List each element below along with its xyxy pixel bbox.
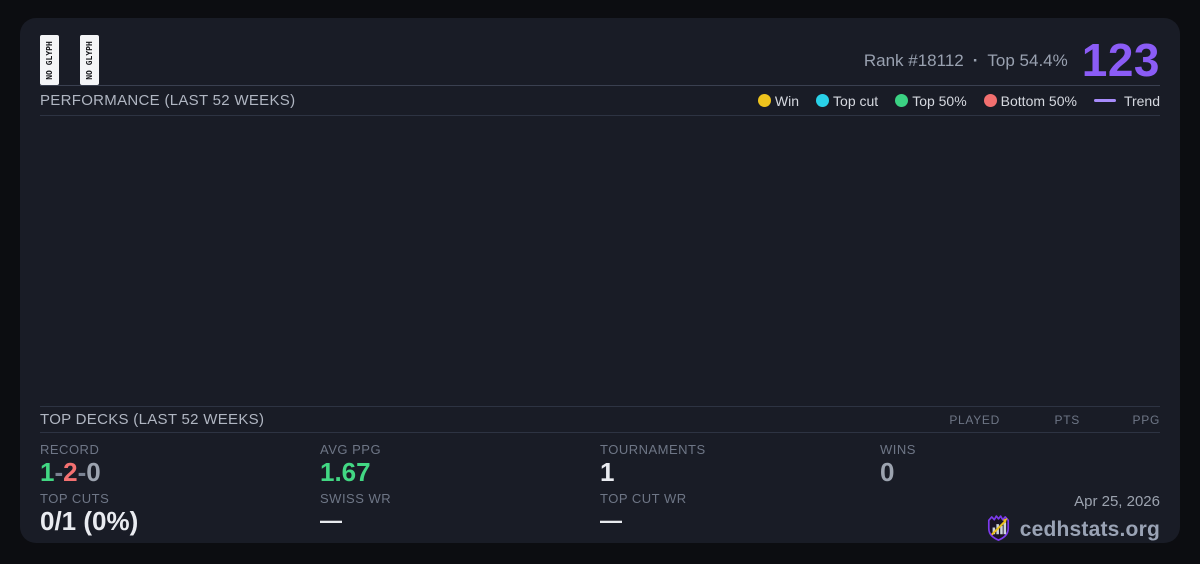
bottom50-dot-icon xyxy=(983,94,997,107)
trend-line-icon xyxy=(1093,99,1116,102)
swiss-wr-label: SWISS WR xyxy=(320,491,392,506)
legend-item-top-cut: Top cut xyxy=(816,93,878,109)
swiss-wr-stat: SWISS WR — xyxy=(320,491,600,536)
tournaments-label: TOURNAMENTS xyxy=(600,442,706,457)
legend-label: Trend xyxy=(1123,92,1160,109)
glyph-placeholder-label: NO GLYPH xyxy=(85,40,94,80)
glyph-placeholder-badge: NO GLYPH xyxy=(80,35,99,85)
legend-label: Top 50% xyxy=(912,92,967,109)
record-value: 1-2-0 xyxy=(40,457,320,487)
record-label: RECORD xyxy=(40,442,100,457)
rank-text: Rank #18112 xyxy=(863,51,964,71)
wins-label: WINS xyxy=(880,442,916,457)
top-cuts-label: TOP CUTS xyxy=(40,491,110,506)
record-losses: 2 xyxy=(63,457,78,487)
legend-label: Top cut xyxy=(833,92,879,109)
record-draws: 0 xyxy=(86,457,101,487)
brand: cedhstats.org xyxy=(985,513,1160,547)
tournaments-value: 1 xyxy=(600,457,615,487)
player-stats-card: NO GLYPH NO GLYPH Rank #18112 · Top 54.4… xyxy=(20,18,1180,543)
glyph-placeholder-badge: NO GLYPH xyxy=(40,35,59,85)
win-dot-icon xyxy=(757,94,771,107)
record-separator: - xyxy=(54,457,64,487)
column-header-ppg: PPG xyxy=(1132,412,1160,427)
swiss-wr-value: — xyxy=(320,508,342,533)
avg-ppg-stat: AVG PPG 1.67 xyxy=(320,442,600,487)
top-decks-column-headers: PLAYED PTS PPG xyxy=(920,413,1160,427)
tournaments-stat: TOURNAMENTS 1 xyxy=(600,442,880,487)
legend-item-win: Win xyxy=(757,92,800,109)
stats-column-3: TOURNAMENTS 1 TOP CUT WR — xyxy=(600,442,880,547)
dot-separator: · xyxy=(972,51,979,71)
legend-item-trend: Trend xyxy=(1093,92,1160,109)
performance-title: PERFORMANCE (LAST 52 WEEKS) xyxy=(40,92,296,109)
performance-section-header: PERFORMANCE (LAST 52 WEEKS) Win Top cut … xyxy=(40,86,1160,116)
record-stat: RECORD 1-2-0 xyxy=(40,442,320,487)
points-value: 123 xyxy=(1081,34,1160,87)
cedhstats-shield-logo-icon xyxy=(985,513,1012,547)
card-footer: Apr 25, 2026 cedhstats.org xyxy=(880,491,1160,547)
top-cut-dot-icon xyxy=(816,94,830,107)
avg-ppg-value: 1.67 xyxy=(320,457,371,487)
brand-name: cedhstats.org xyxy=(1019,518,1160,541)
report-date: Apr 25, 2026 xyxy=(1074,493,1160,510)
top-decks-section-header: TOP DECKS (LAST 52 WEEKS) PLAYED PTS PPG xyxy=(40,407,1160,433)
wins-value: 0 xyxy=(880,457,895,487)
rank-summary: Rank #18112 · Top 54.4% 123 xyxy=(863,34,1160,87)
top-cuts-value: 0/1 (0%) xyxy=(40,506,139,536)
stats-grid: RECORD 1-2-0 TOP CUTS 0/1 (0%) AVG PPG 1… xyxy=(40,433,1160,547)
record-wins: 1 xyxy=(40,457,55,487)
legend-item-top50: Top 50% xyxy=(895,92,967,109)
legend-label: Win xyxy=(774,92,800,109)
avg-ppg-label: AVG PPG xyxy=(320,442,382,457)
top-percent-text: Top 54.4% xyxy=(987,51,1068,71)
page-background: NO GLYPH NO GLYPH Rank #18112 · Top 54.4… xyxy=(0,0,1200,564)
wins-stat: WINS 0 xyxy=(880,442,1160,487)
column-header-played: PLAYED xyxy=(949,412,1000,427)
performance-chart xyxy=(40,116,1160,407)
column-header-pts: PTS xyxy=(1054,412,1080,427)
glyph-placeholder-label: NO GLYPH xyxy=(45,40,54,80)
top-cut-wr-label: TOP CUT WR xyxy=(600,491,687,506)
performance-legend: Win Top cut Top 50% Bottom 50% Trend xyxy=(757,92,1160,109)
record-separator: - xyxy=(77,457,87,487)
top-cuts-stat: TOP CUTS 0/1 (0%) xyxy=(40,491,320,536)
top-cut-wr-stat: TOP CUT WR — xyxy=(600,491,880,536)
stats-column-1: RECORD 1-2-0 TOP CUTS 0/1 (0%) xyxy=(40,442,320,547)
legend-item-bottom50: Bottom 50% xyxy=(983,92,1077,109)
stats-column-2: AVG PPG 1.67 SWISS WR — xyxy=(320,442,600,547)
card-header: NO GLYPH NO GLYPH Rank #18112 · Top 54.4… xyxy=(40,18,1160,86)
color-identity-badges: NO GLYPH NO GLYPH xyxy=(40,35,99,85)
legend-label: Bottom 50% xyxy=(1000,92,1077,109)
top-decks-title: TOP DECKS (LAST 52 WEEKS) xyxy=(40,411,265,428)
stats-column-4: WINS 0 Apr 25, 2026 cedhstats.org xyxy=(880,442,1160,547)
top50-dot-icon xyxy=(895,94,909,107)
top-cut-wr-value: — xyxy=(600,508,622,533)
